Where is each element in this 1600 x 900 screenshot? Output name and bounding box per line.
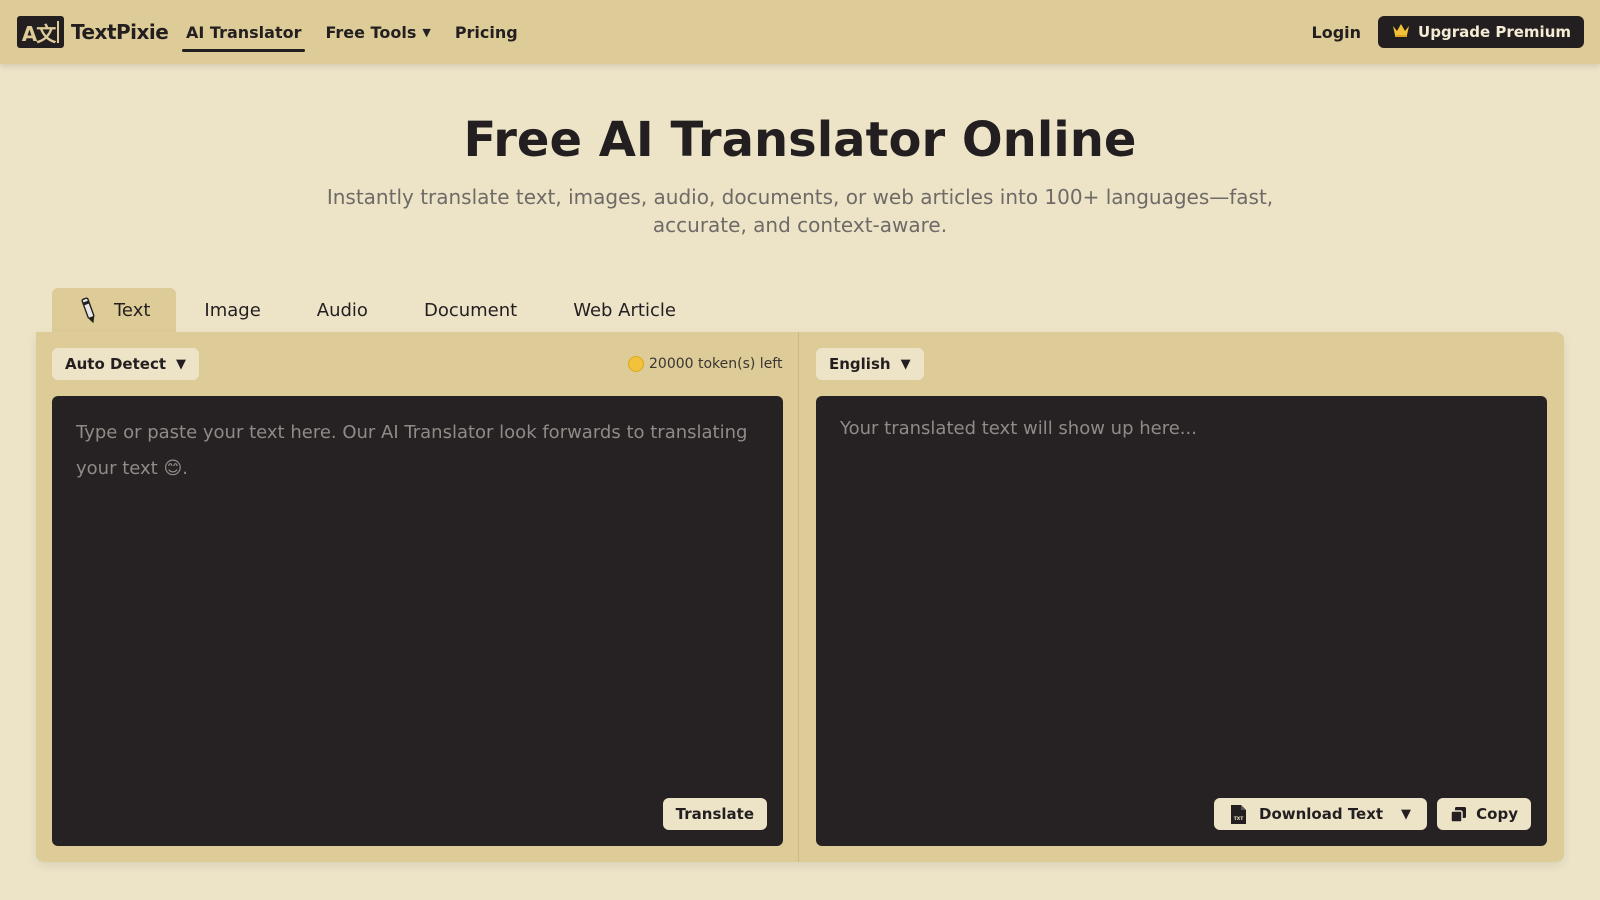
tab-web-article-label: Web Article [573,300,676,321]
source-language-select[interactable]: Auto Detect ▼ [52,348,200,380]
copy-button[interactable]: Copy [1437,798,1531,830]
translate-button-label: Translate [675,805,754,823]
coin-icon [628,356,644,372]
source-language-label: Auto Detect [65,355,167,373]
token-counter: 20000 token(s) left [628,356,782,372]
tab-image-label: Image [204,300,261,321]
download-text-label: Download Text [1259,805,1384,823]
target-text-box: Your translated text will show up here..… [816,396,1547,846]
tab-document-label: Document [423,300,518,321]
token-counter-text: 20000 token(s) left [649,356,783,372]
chevron-down-icon: ▼ [900,356,911,372]
chevron-down-icon: ▼ [176,356,187,372]
target-language-label: English [829,355,891,373]
upgrade-premium-label: Upgrade Premium [1418,23,1571,41]
nav-free-tools-label: Free Tools [325,22,417,42]
target-language-select[interactable]: English ▼ [816,348,924,380]
txt-file-icon: TXT [1230,804,1247,825]
upgrade-premium-button[interactable]: Upgrade Premium [1378,16,1584,48]
source-text-input[interactable] [52,396,783,846]
tab-image[interactable]: Image [176,288,288,333]
download-text-button[interactable]: TXT Download Text ▼ [1214,798,1427,830]
source-text-box: Translate [52,396,783,846]
page-title: Free AI Translator Online [463,112,1137,168]
nav-actions: Login Upgrade Premium [1312,16,1584,48]
nav-free-tools[interactable]: Free Tools ▼ [325,0,430,64]
tab-document[interactable]: Document [396,288,545,333]
chevron-down-icon: ▼ [422,25,431,39]
brand-logo[interactable]: A文 TextPixie [17,16,169,48]
logo-mark-text: A文 [21,21,56,46]
translate-button[interactable]: Translate [662,798,767,830]
nav-ai-translator-label: AI Translator [186,22,302,42]
page-subtitle: Instantly translate text, images, audio,… [326,185,1274,237]
pen-icon [80,296,98,326]
translator-panel: Auto Detect ▼ 20000 token(s) left Transl… [36,332,1564,862]
brand-name: TextPixie [71,20,169,44]
tab-audio[interactable]: Audio [289,288,396,333]
crown-icon [1392,23,1410,41]
nav-ai-translator[interactable]: AI Translator [181,0,306,64]
copy-icon [1450,806,1467,823]
panel-divider [798,332,799,862]
translated-text-placeholder: Your translated text will show up here..… [840,418,1197,439]
tab-audio-label: Audio [316,300,368,321]
top-nav-bar: A文 TextPixie AI Translator Free Tools ▼ … [0,0,1600,64]
tab-text-label: Text [114,300,151,321]
logo-mark-icon: A文 [17,16,64,48]
login-link[interactable]: Login [1312,23,1362,42]
copy-label: Copy [1476,805,1518,823]
tab-text[interactable]: Text [52,288,177,333]
nav-pricing[interactable]: Pricing [455,0,518,64]
nav-pricing-label: Pricing [454,22,518,42]
svg-text:TXT: TXT [1234,816,1245,822]
main-nav: AI Translator Free Tools ▼ Pricing [181,0,542,64]
tab-web-article[interactable]: Web Article [545,288,704,333]
chevron-down-icon[interactable]: ▼ [1401,807,1411,822]
translator-tabs: Text Image Audio Document Web Article [52,288,704,333]
